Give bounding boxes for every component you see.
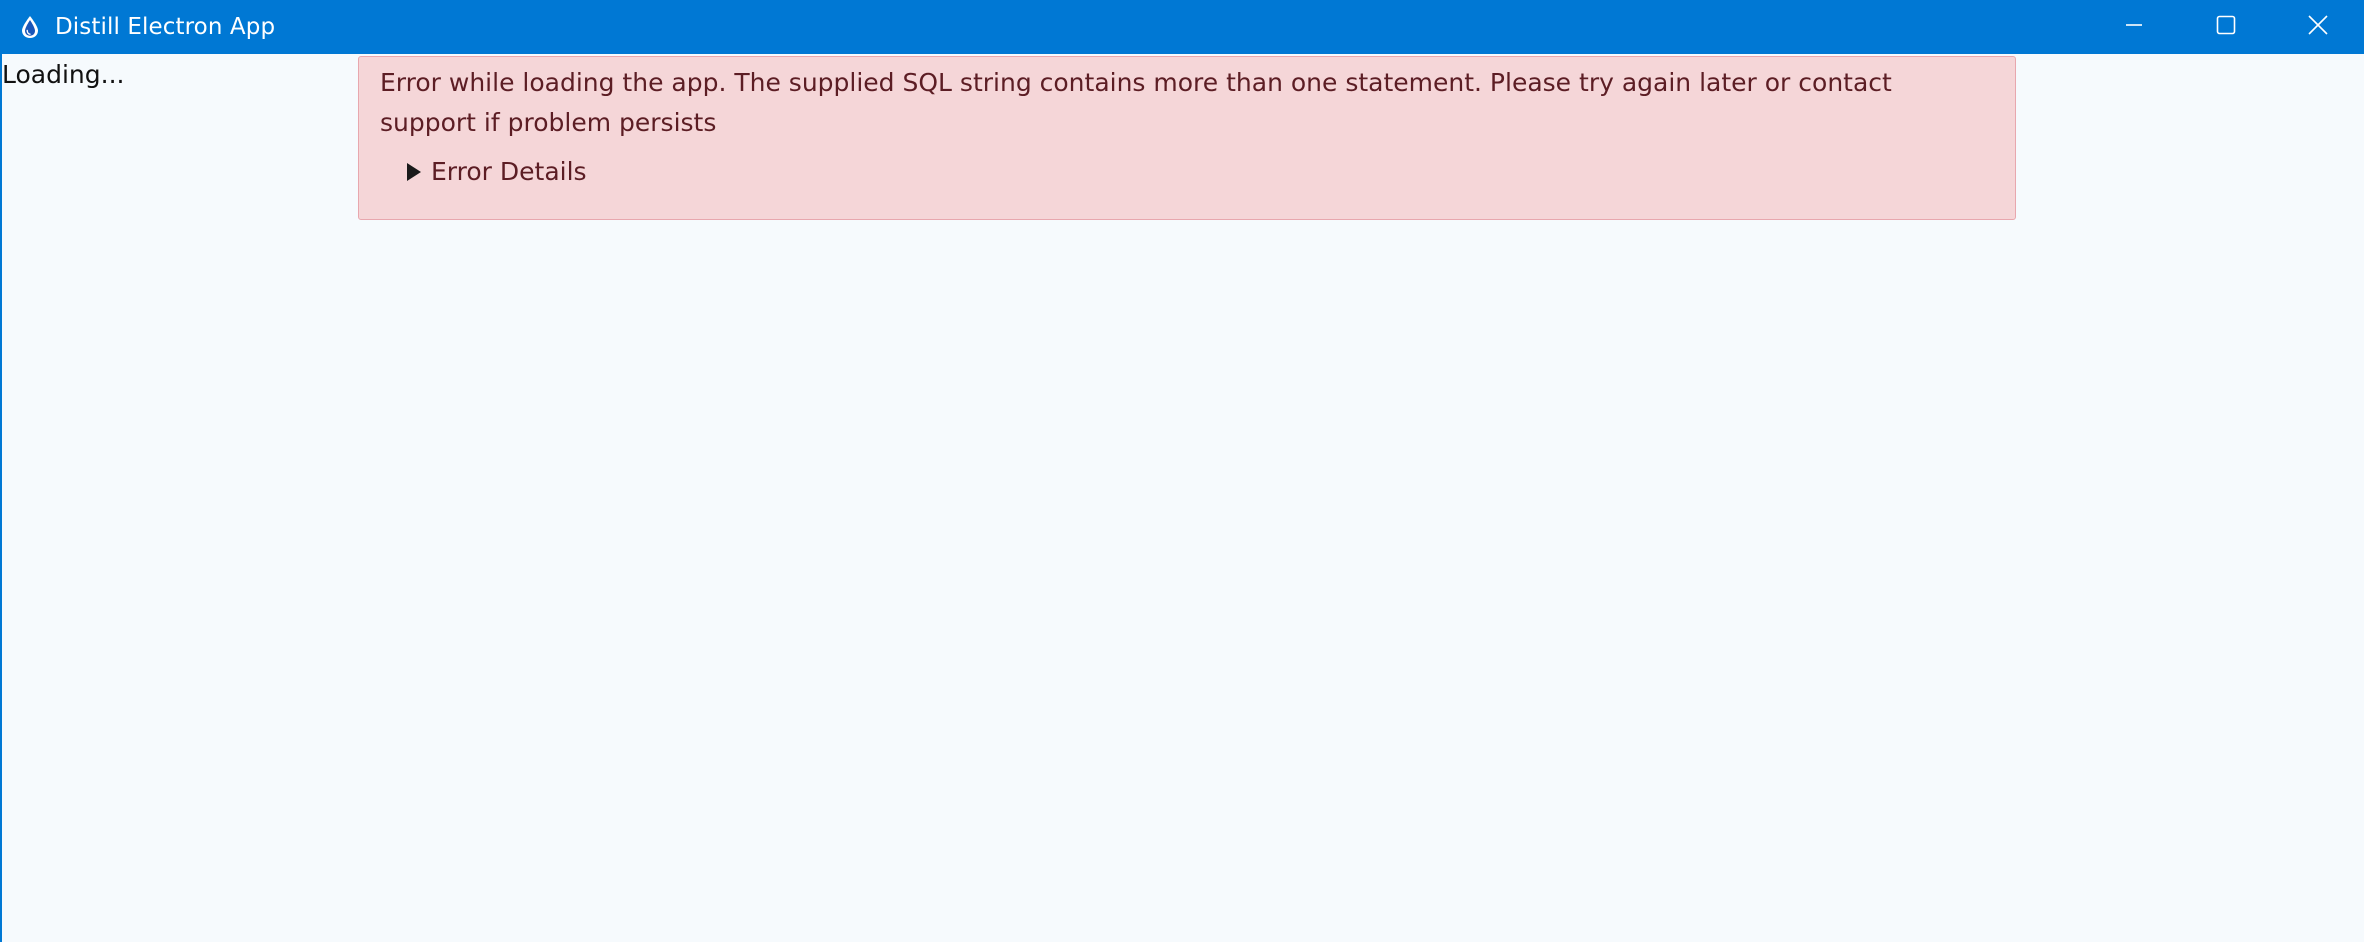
minimize-button[interactable] bbox=[2088, 0, 2180, 54]
window-controls bbox=[2088, 0, 2364, 54]
error-message: Error while loading the app. The supplie… bbox=[380, 68, 1892, 137]
maximize-button[interactable] bbox=[2180, 0, 2272, 54]
error-alert: Error while loading the app. The supplie… bbox=[358, 56, 2016, 220]
maximize-icon bbox=[2216, 15, 2236, 39]
app-window: Distill Electron App Loading... Error wh… bbox=[0, 0, 2364, 942]
close-icon bbox=[2307, 14, 2329, 40]
minimize-icon bbox=[2125, 16, 2143, 38]
error-details-toggle[interactable]: Error Details bbox=[407, 157, 1995, 186]
loading-text: Loading... bbox=[2, 60, 125, 89]
disclosure-triangle-icon bbox=[407, 162, 421, 181]
water-drop-icon bbox=[19, 14, 41, 40]
app-content: Loading... Error while loading the app. … bbox=[2, 54, 2364, 942]
title-bar[interactable]: Distill Electron App bbox=[0, 0, 2364, 54]
error-details-label: Error Details bbox=[431, 157, 587, 186]
close-button[interactable] bbox=[2272, 0, 2364, 54]
window-title: Distill Electron App bbox=[55, 14, 276, 40]
